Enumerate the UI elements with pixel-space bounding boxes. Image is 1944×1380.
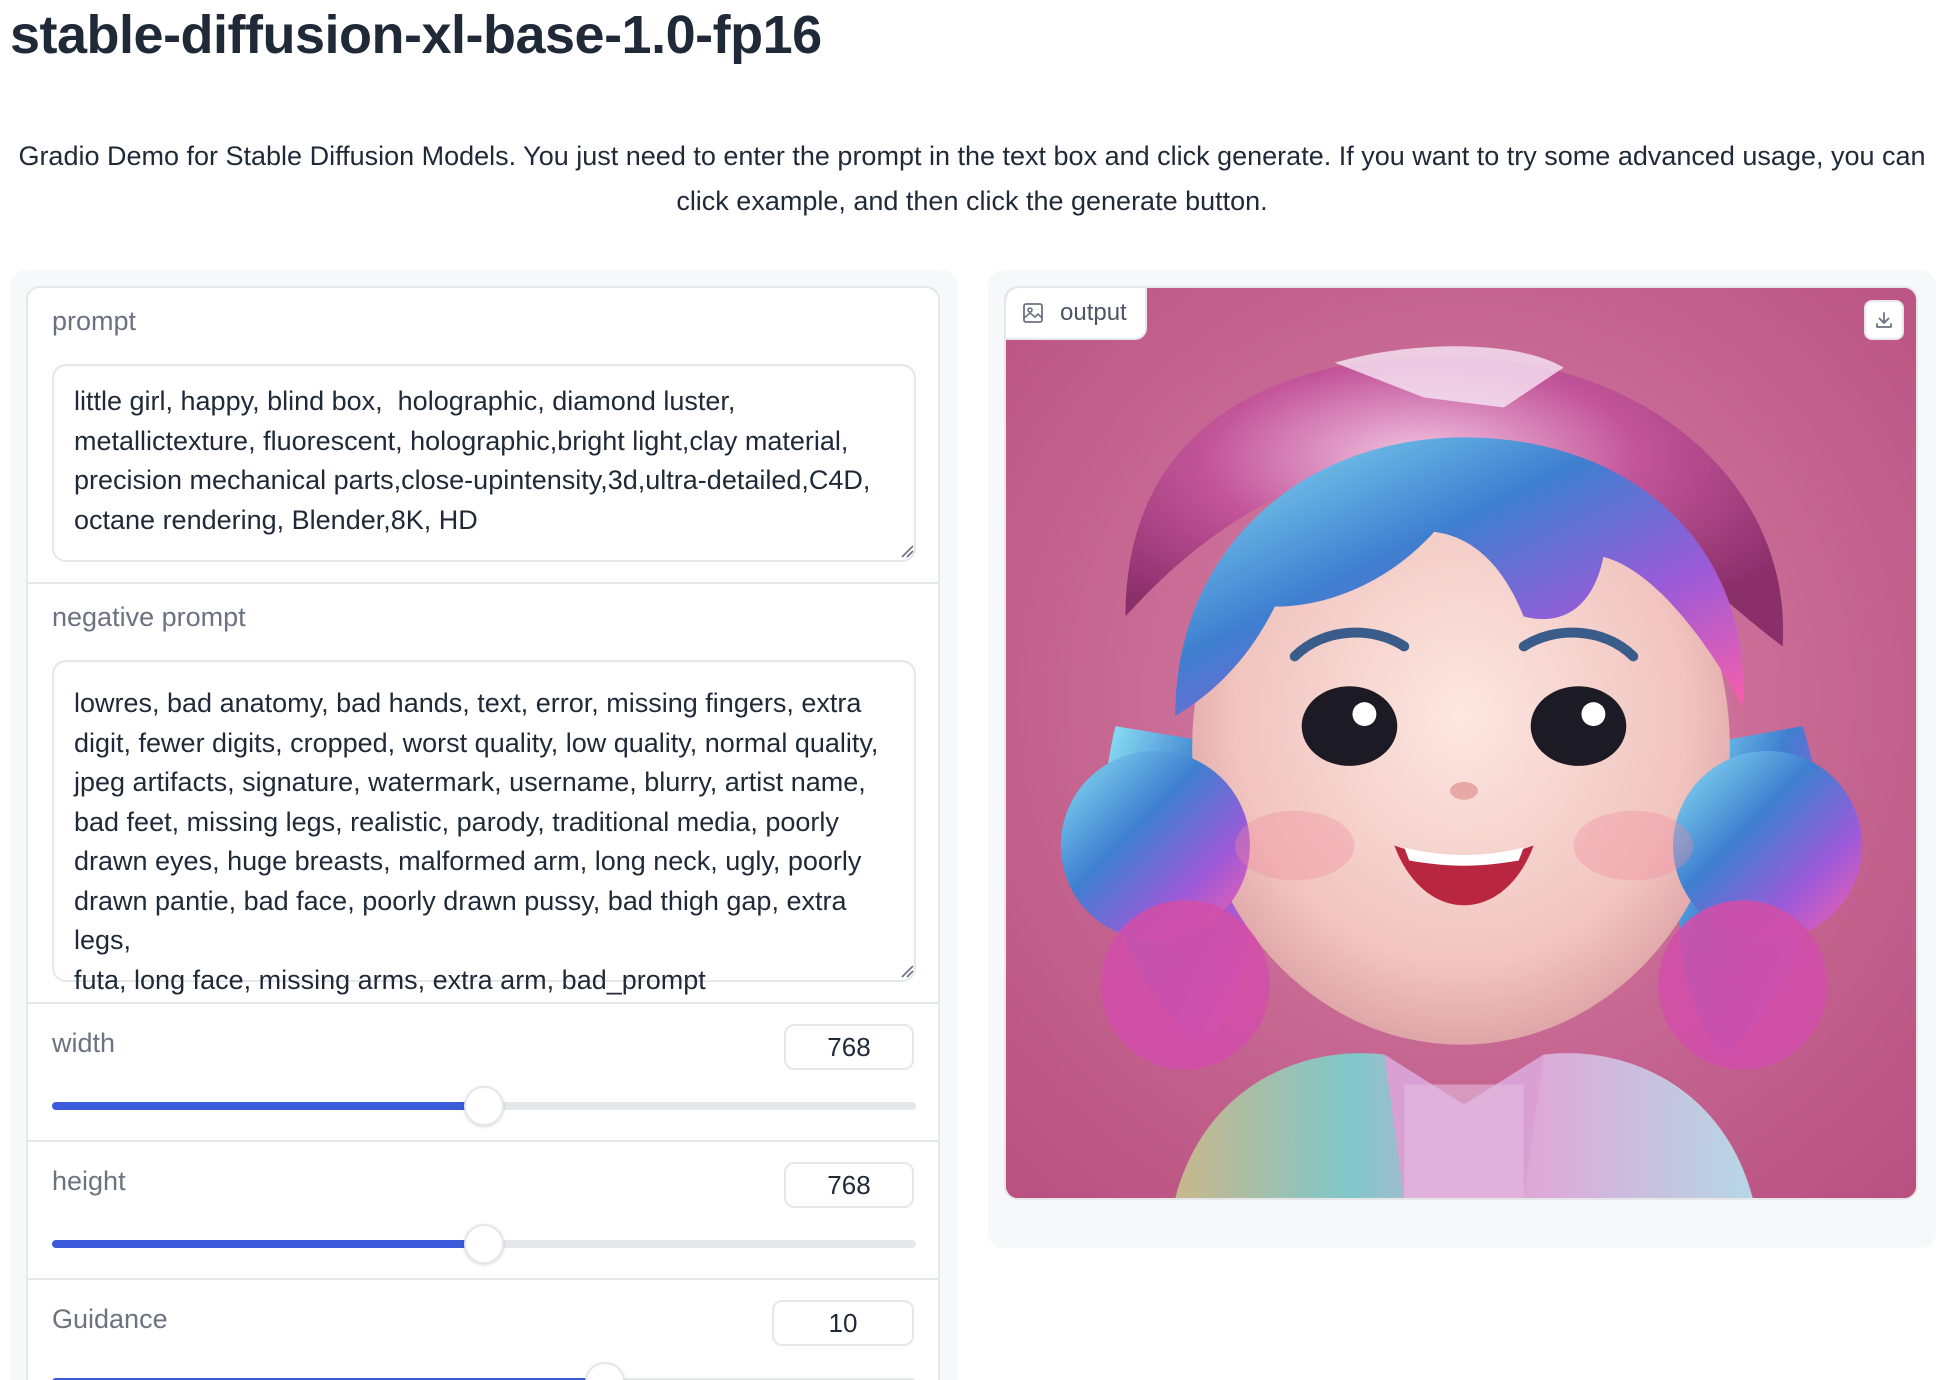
output-label-tab: output [1006, 288, 1147, 340]
output-label: output [1060, 299, 1127, 326]
controls-panel: prompt little girl, happy, blind box, ho… [26, 286, 940, 1380]
generated-image [1006, 288, 1916, 1198]
height-label: height [52, 1166, 126, 1196]
resize-handle-icon[interactable] [900, 544, 914, 558]
height-slider-thumb[interactable] [464, 1224, 504, 1264]
guidance-number-input[interactable]: 10 [772, 1300, 914, 1346]
width-slider-thumb[interactable] [464, 1086, 504, 1126]
width-slider-fill [52, 1102, 484, 1110]
negative-prompt-textarea[interactable]: lowres, bad anatomy, bad hands, text, er… [52, 660, 916, 995]
prompt-textarea[interactable]: little girl, happy, blind box, holograph… [52, 364, 916, 562]
right-column: output [988, 270, 1936, 1248]
guidance-slider-block: Guidance 10 [28, 1280, 938, 1380]
guidance-label: Guidance [52, 1304, 168, 1334]
page-title: stable-diffusion-xl-base-1.0-fp16 [10, 5, 822, 65]
width-number-input[interactable]: 768 [784, 1024, 914, 1070]
height-slider-block: height 768 [28, 1142, 938, 1280]
page-description: Gradio Demo for Stable Diffusion Models.… [18, 141, 1926, 216]
width-slider[interactable] [52, 1086, 916, 1126]
width-slider-block: width 768 [28, 1004, 938, 1142]
negative-prompt-label: negative prompt [52, 602, 246, 632]
output-image-panel: output [1004, 286, 1918, 1200]
height-slider-fill [52, 1240, 484, 1248]
negative-prompt-block: negative prompt lowres, bad anatomy, bad… [28, 584, 938, 1004]
download-button[interactable] [1864, 300, 1904, 340]
prompt-label: prompt [52, 306, 137, 336]
image-icon [1023, 303, 1043, 323]
guidance-slider-thumb[interactable] [584, 1362, 625, 1380]
resize-handle-icon[interactable] [900, 964, 914, 978]
download-icon [1876, 312, 1892, 328]
prompt-block: prompt little girl, happy, blind box, ho… [28, 288, 938, 584]
width-label: width [52, 1028, 116, 1058]
height-slider[interactable] [52, 1224, 916, 1264]
left-column: prompt little girl, happy, blind box, ho… [10, 270, 958, 1380]
height-number-input[interactable]: 768 [784, 1162, 914, 1208]
